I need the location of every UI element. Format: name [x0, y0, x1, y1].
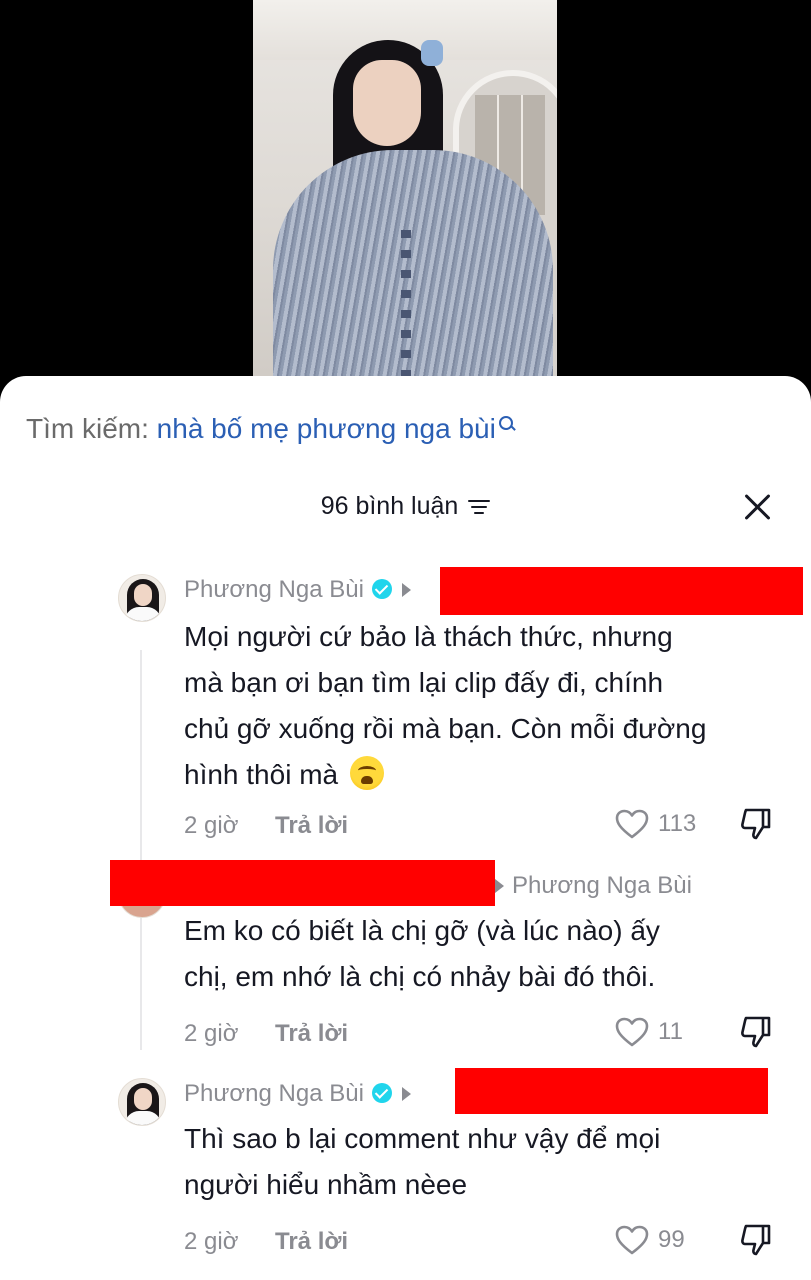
avatar[interactable]: [118, 1078, 166, 1126]
search-term-link[interactable]: nhà bố mẹ phương nga bùi: [157, 413, 496, 444]
comment-count: 96 bình luận: [0, 492, 811, 521]
comment-line: chủ gỡ xuống rồi mà bạn. Còn mỗi đường: [184, 713, 707, 744]
video-person: [401, 230, 411, 400]
crying-face-icon: [349, 756, 384, 790]
comments-sheet: Tìm kiếm: nhà bố mẹ phương nga bùi 96 bì…: [0, 376, 811, 1280]
comment-line: Em ko có biết là chị gỡ (và lúc nào) ấy: [184, 915, 660, 946]
dislike-icon[interactable]: [738, 1222, 774, 1258]
close-icon[interactable]: [742, 492, 772, 522]
redacted-block: [110, 860, 495, 906]
video-frame[interactable]: [253, 0, 557, 400]
heart-icon[interactable]: [614, 1016, 650, 1048]
comment-text: Mọi người cứ bảo là thách thức, nhưng mà…: [184, 614, 794, 798]
like-button[interactable]: 99: [614, 1224, 685, 1256]
redacted-block: [455, 1068, 768, 1114]
comment-line: người hiểu nhầm nèee: [184, 1169, 468, 1200]
username-label: Phương Nga Bùi: [184, 1080, 364, 1107]
comment-username[interactable]: Phương Nga Bùi: [184, 1080, 411, 1108]
reply-to-username: Phương Nga Bùi: [512, 872, 692, 899]
like-button[interactable]: 11: [614, 1016, 683, 1048]
like-count: 99: [658, 1226, 685, 1253]
dislike-icon[interactable]: [738, 806, 774, 842]
search-suggestion[interactable]: Tìm kiếm: nhà bố mẹ phương nga bùi: [26, 410, 516, 448]
video-player[interactable]: [0, 0, 811, 400]
search-prefix: Tìm kiếm:: [26, 413, 157, 444]
comment-text: Em ko có biết là chị gỡ (và lúc nào) ấy …: [184, 908, 794, 1000]
like-count: 113: [658, 810, 697, 837]
username-label: Phương Nga Bùi: [184, 576, 364, 603]
comment-line: Thì sao b lại comment như vậy để mọi: [184, 1123, 661, 1154]
reply-arrow-icon: [495, 879, 504, 893]
reply-button[interactable]: Trả lời: [275, 1020, 348, 1048]
video-person: [421, 40, 443, 66]
heart-icon[interactable]: [614, 808, 650, 840]
reply-button[interactable]: Trả lời: [275, 1228, 348, 1256]
comment-text: Thì sao b lại comment như vậy để mọi ngư…: [184, 1116, 794, 1208]
reply-arrow-icon: [401, 1087, 411, 1101]
avatar[interactable]: [118, 574, 166, 622]
comment-line: hình thôi mà: [184, 759, 339, 790]
heart-icon[interactable]: [614, 1224, 650, 1256]
dislike-icon[interactable]: [738, 1014, 774, 1050]
thread-line: [140, 650, 142, 1050]
search-icon[interactable]: [498, 410, 516, 432]
comment-reply-to[interactable]: Phương Nga Bùi: [495, 872, 692, 900]
filter-icon[interactable]: [468, 498, 491, 516]
comment-time: 2 giờ: [184, 1228, 239, 1255]
video-person: [353, 60, 421, 146]
comment-time: 2 giờ: [184, 1020, 239, 1047]
comment-line: mà bạn ơi bạn tìm lại clip đấy đi, chính: [184, 667, 664, 698]
comment-line: chị, em nhớ là chị có nhảy bài đó thôi.: [184, 961, 656, 992]
reply-button[interactable]: Trả lời: [275, 812, 348, 840]
verified-icon: [371, 579, 392, 599]
comment-time: 2 giờ: [184, 812, 239, 839]
like-count: 11: [658, 1018, 683, 1045]
comments-header: 96 bình luận: [0, 488, 811, 528]
comment-count-label: 96 bình luận: [320, 492, 459, 520]
video-person: [273, 150, 553, 400]
like-button[interactable]: 113: [614, 808, 696, 840]
reply-arrow-icon: [401, 583, 411, 597]
comment-line: Mọi người cứ bảo là thách thức, nhưng: [184, 621, 673, 652]
redacted-block: [440, 567, 803, 615]
verified-icon: [371, 1083, 392, 1103]
comment-username[interactable]: Phương Nga Bùi: [184, 576, 411, 604]
